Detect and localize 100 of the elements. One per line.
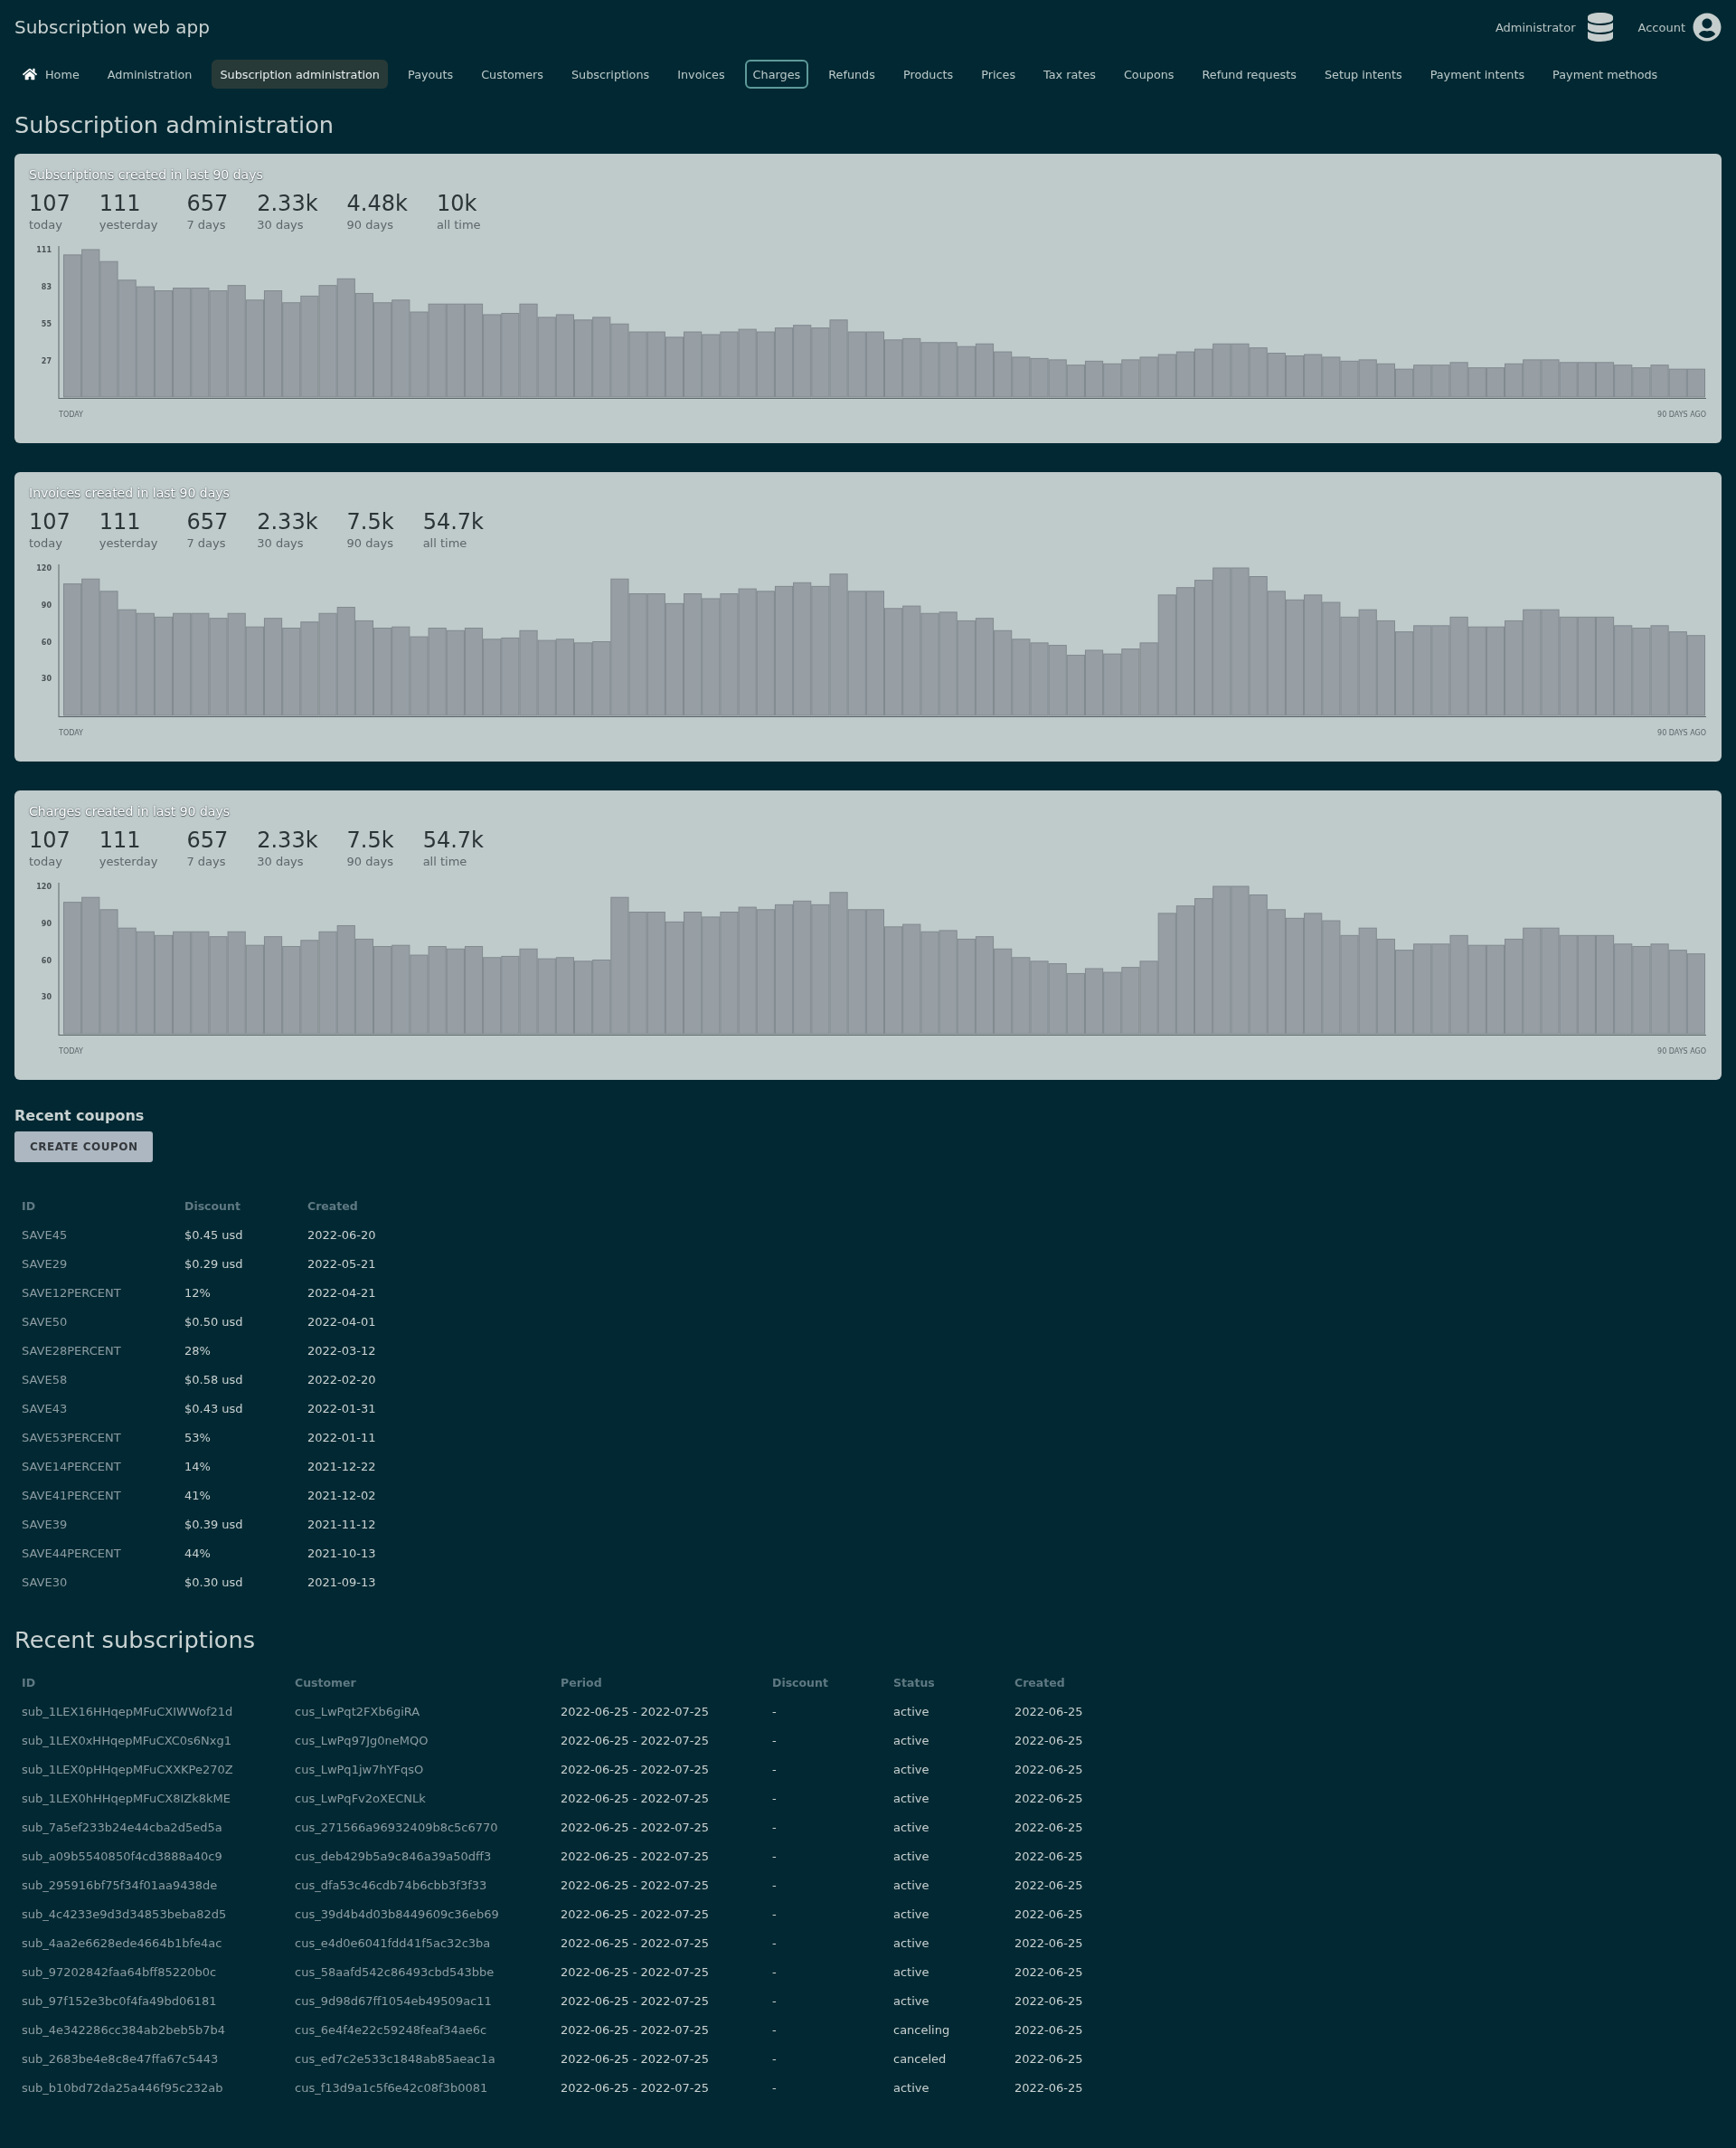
axis-label: TODAY <box>59 1047 83 1055</box>
table-cell-text: - <box>771 1848 778 1865</box>
chart-bar <box>1194 348 1213 398</box>
table-cell-text: 2022-06-25 <box>1014 1703 1084 1720</box>
table-cell-text: 2022-06-25 - 2022-07-25 <box>560 2050 711 2068</box>
stat-label: all time <box>422 854 468 870</box>
nav-link[interactable]: Invoices <box>669 60 733 89</box>
table-cell-text: SAVE43 <box>21 1400 69 1417</box>
stat-value: 657 <box>186 190 229 217</box>
nav-link[interactable]: Customers <box>473 60 552 89</box>
axis-tick-label: 90 <box>41 919 52 928</box>
stat-label: all time <box>436 217 481 233</box>
table-cell-text: cus_39d4b4d03b8449609c36eb69 <box>294 1906 500 1923</box>
table-cell-text: sub_295916bf75f34f01aa9438de <box>21 1877 219 1894</box>
axis-label: 90 DAYS AGO <box>1657 1047 1706 1055</box>
stat-value: 2.33k <box>257 508 318 535</box>
table-cell-text: sub_1LEX0xHHqepMFuCXC0s6Nxg1 <box>21 1732 232 1749</box>
chart-bar <box>1066 972 1085 1035</box>
table-cell-text: 2022-06-25 - 2022-07-25 <box>560 1877 711 1894</box>
nav-link[interactable]: Subscription administration <box>212 60 388 89</box>
nav-link[interactable]: Subscriptions <box>563 60 658 89</box>
table-cell-text: 2022-01-11 <box>307 1429 377 1446</box>
table-cell-text: - <box>771 2021 778 2039</box>
admin-menu-button[interactable]: Administrator <box>1495 13 1615 42</box>
nav-link[interactable]: Payment intents <box>1421 60 1533 89</box>
nav-link[interactable]: Payment methods <box>1544 60 1666 89</box>
chart-bar <box>1066 654 1085 716</box>
chart-bar <box>1632 367 1651 398</box>
nav-link[interactable]: Refunds <box>820 60 883 89</box>
chart-bar <box>1486 367 1505 398</box>
chart-bar <box>1103 971 1122 1035</box>
nav-link[interactable]: Setup intents <box>1316 60 1410 89</box>
table-cell-text: 44% <box>184 1545 212 1562</box>
chart-bar <box>920 342 939 398</box>
table-cell-text: sub_4c4233e9d3d34853beba82d5 <box>21 1906 228 1923</box>
chart-bar <box>1686 368 1705 398</box>
table-cell-text: 2022-03-12 <box>307 1342 377 1359</box>
chart-bar <box>1541 359 1560 398</box>
section-title: Recent coupons <box>14 1106 146 1126</box>
chart-bar <box>902 337 921 398</box>
table-cell-text: active <box>892 1732 930 1749</box>
table-cell-text: 2022-06-25 <box>1014 1935 1084 1952</box>
table-cell-text: SAVE30 <box>21 1574 69 1591</box>
chart-bar <box>1467 367 1486 398</box>
column-header: ID <box>21 1197 37 1215</box>
home-icon <box>23 67 37 81</box>
chart-bar <box>1121 359 1140 398</box>
database-icon <box>1585 13 1615 42</box>
nav-link[interactable]: Payouts <box>400 60 462 89</box>
chart-bar <box>994 351 1013 398</box>
table-cell-text: 2022-06-25 <box>1014 1848 1084 1865</box>
nav-link[interactable]: Tax rates <box>1035 60 1104 89</box>
chart-bar <box>1285 355 1305 398</box>
create-coupon-button[interactable]: CREATE COUPON <box>14 1131 154 1162</box>
table-cell-text: SAVE28PERCENT <box>21 1342 122 1359</box>
table-cell-text: - <box>771 1819 778 1836</box>
table-cell-text: 2022-06-25 <box>1014 2079 1084 2096</box>
chart-bar <box>702 334 721 398</box>
table-cell-text: - <box>771 1963 778 1981</box>
nav-link[interactable]: Products <box>894 60 962 89</box>
page-title: Subscription administration <box>14 110 335 139</box>
table-cell-text: 2022-06-25 <box>1014 1732 1084 1749</box>
axis-tick-label: 27 <box>41 357 52 366</box>
table-cell-text: active <box>892 1703 930 1720</box>
table-cell-text: - <box>771 1703 778 1720</box>
table-cell-text: 2022-06-25 - 2022-07-25 <box>560 1819 711 1836</box>
axis-tick-label: 30 <box>41 675 52 684</box>
table-cell-text: sub_2683be4e8c8e47ffa67c5443 <box>21 2050 220 2068</box>
stat-value: 54.7k <box>422 508 484 535</box>
table-cell-text: - <box>771 1790 778 1807</box>
nav-link[interactable]: Charges <box>744 60 809 89</box>
chart-bar <box>1577 362 1596 398</box>
account-menu-button[interactable]: Account <box>1637 13 1722 42</box>
nav-link[interactable]: Refund requests <box>1194 60 1305 89</box>
table-cell-text: active <box>892 1761 930 1778</box>
table-cell-text: sub_a09b5540850f4cd3888a40c9 <box>21 1848 223 1865</box>
table-cell-text: active <box>892 1963 930 1981</box>
chart-bar <box>1595 362 1615 398</box>
nav-link[interactable]: Prices <box>973 60 1024 89</box>
table-cell-text: active <box>892 1992 930 2010</box>
nav-link[interactable]: Home <box>14 60 88 89</box>
table-cell-text: 53% <box>184 1429 212 1446</box>
chart-bar <box>1084 360 1104 398</box>
chart-bar <box>1212 343 1231 398</box>
stat-value: 54.7k <box>422 827 484 854</box>
nav-link[interactable]: Administration <box>99 60 201 89</box>
table-cell-text: canceled <box>892 2050 948 2068</box>
table-cell-text: 2022-06-25 - 2022-07-25 <box>560 2079 711 2096</box>
chart-bar <box>1505 363 1524 398</box>
chart-bar <box>1231 343 1250 398</box>
table-cell-text: 2022-06-25 - 2022-07-25 <box>560 1906 711 1923</box>
table-cell-text: 2022-04-21 <box>307 1284 377 1301</box>
app-title: Subscription web app <box>14 15 210 40</box>
chart-bar <box>1139 356 1158 398</box>
table-cell-text: 41% <box>184 1487 212 1504</box>
nav-link[interactable]: Coupons <box>1115 60 1183 89</box>
chart-bar <box>939 342 958 398</box>
table-cell-text: 2022-06-20 <box>307 1226 377 1244</box>
table-cell-text: sub_1LEX16HHqepMFuCXIWWof21d <box>21 1703 234 1720</box>
table-cell-text: sub_7a5ef233b24e44cba2d5ed5a <box>21 1819 223 1836</box>
